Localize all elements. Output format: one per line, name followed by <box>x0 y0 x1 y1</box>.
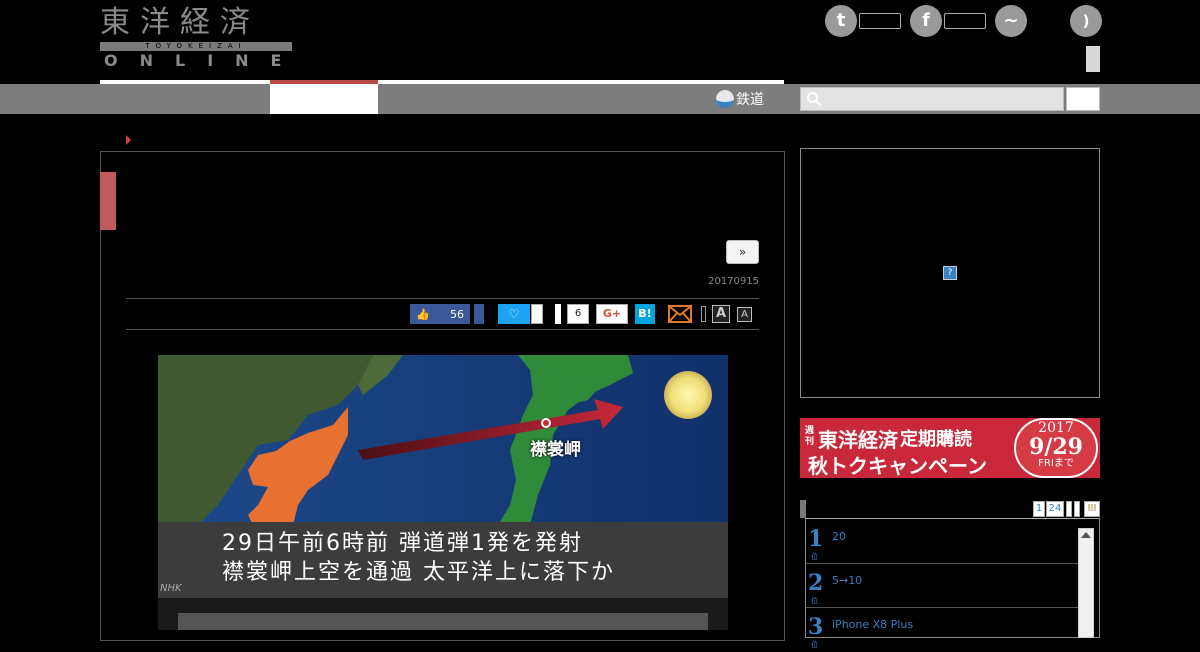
twitter-follow-count[interactable] <box>859 13 901 29</box>
subscription-banner[interactable]: 週刊 東洋経済 定期購読 秋トクキャンペーン 2017 9/29 FRIまで <box>800 418 1100 478</box>
ranking-item[interactable]: 2 位 5→10 <box>806 564 1078 608</box>
ranking-tab-1h[interactable]: 1 <box>1033 501 1045 517</box>
ranking-title: 5→10 <box>832 574 863 587</box>
search-icon <box>807 92 822 107</box>
ranking-tab-month[interactable] <box>1074 501 1080 517</box>
rss-icon[interactable]: ) <box>1070 5 1102 37</box>
search-input[interactable] <box>800 87 1064 111</box>
banner-deadline-badge: 2017 9/29 FRIまで <box>1014 418 1098 478</box>
ranking-number: 3 <box>808 614 824 640</box>
ranking-suffix: 位 <box>811 597 818 605</box>
broadcaster-watermark: NHK <box>160 583 182 594</box>
pocket-count: 6 <box>567 304 589 324</box>
facebook-icon[interactable]: f <box>910 5 942 37</box>
divider <box>126 329 759 330</box>
category-tag[interactable] <box>100 172 116 230</box>
font-size-large-button[interactable]: A <box>712 305 730 323</box>
google-plus-button[interactable]: G+ <box>596 304 628 324</box>
article-date: 20170915 <box>708 276 759 287</box>
train-icon <box>716 90 734 108</box>
banner-title-2: 定期購読 <box>900 429 972 450</box>
ranking-title: 20 <box>832 530 846 543</box>
banner-weekly-label: 週刊 <box>805 426 815 447</box>
nav-item-active[interactable] <box>270 84 378 114</box>
banner-until: FRIまで <box>1038 458 1074 469</box>
banner-subtitle: 秋トクキャンペーン <box>808 454 987 478</box>
article-photo: 襟裳岬 29日午前6時前 弾道弾1発を発射 襟裳岬上空を通過 太平洋上に落下か … <box>158 355 728 630</box>
news-map-image <box>158 355 728 630</box>
print-button[interactable] <box>701 306 706 322</box>
scroll-up-arrow-icon[interactable] <box>1081 532 1091 538</box>
search-button[interactable] <box>1066 87 1100 111</box>
banner-title: 東洋経済 <box>818 428 898 452</box>
facebook-like-count: 56 <box>450 307 464 321</box>
logo-kanji: 東洋経済 <box>100 5 260 40</box>
header-login-button[interactable] <box>1086 46 1100 72</box>
twitter-icon[interactable]: t <box>825 5 857 37</box>
twitter-share-button[interactable]: ♡ <box>498 304 530 324</box>
banner-date: 9/29 <box>1029 434 1083 460</box>
ranking-item[interactable]: 3 位 iPhone X8 Plus <box>806 608 1078 652</box>
ranking-number: 2 <box>808 570 824 596</box>
ranking-scrollbar[interactable] <box>1078 528 1094 638</box>
site-logo[interactable]: 東洋経済 TOYOKEIZAI ONLINE <box>100 6 292 70</box>
thumbs-up-icon: 👍 <box>416 307 430 321</box>
divider <box>126 298 759 299</box>
ranking-number: 1 <box>808 526 824 552</box>
twitter-bird-icon: ♡ <box>508 307 520 321</box>
facebook-like-count[interactable] <box>944 13 986 29</box>
ranking-item[interactable]: 1 位 20 <box>806 520 1078 564</box>
map-place-label: 襟裳岬 <box>530 440 581 460</box>
ranking-tab-24h[interactable]: 24 <box>1046 501 1064 517</box>
nav-item-rail[interactable]: 鉄道 <box>716 87 776 111</box>
facebook-like-button[interactable]: 👍 56 <box>410 304 470 324</box>
ranking-suffix: 位 <box>811 553 818 561</box>
ranking-tab-week[interactable] <box>1066 501 1072 517</box>
twitter-share-count <box>531 304 543 324</box>
photo-caption-line-1: 29日午前6時前 弾道弾1発を発射 <box>222 531 583 556</box>
ranking-tab-more[interactable]: III <box>1084 501 1100 517</box>
ad-info-icon[interactable]: ? <box>943 266 957 280</box>
ranking-title: iPhone X8 Plus <box>832 618 914 631</box>
ranking-header-mark <box>800 500 806 518</box>
photo-caption-line-2: 襟裳岬上空を通過 太平洋上に落下か <box>222 560 615 585</box>
hatena-bookmark-button[interactable]: B! <box>635 304 655 324</box>
pocket-button[interactable] <box>555 304 561 324</box>
logo-online: ONLINE <box>104 51 304 70</box>
nav-item-rail-label: 鉄道 <box>736 92 764 108</box>
messenger-icon[interactable]: ~ <box>995 5 1027 37</box>
ranking-suffix: 位 <box>811 641 818 649</box>
mail-icon[interactable] <box>668 305 692 323</box>
next-page-button[interactable]: » <box>726 240 759 264</box>
font-size-small-button[interactable]: A <box>737 307 752 322</box>
facebook-share-button[interactable] <box>474 304 484 324</box>
breadcrumb-arrow-icon <box>126 135 131 145</box>
logo-roman: TOYOKEIZAI <box>100 42 292 51</box>
